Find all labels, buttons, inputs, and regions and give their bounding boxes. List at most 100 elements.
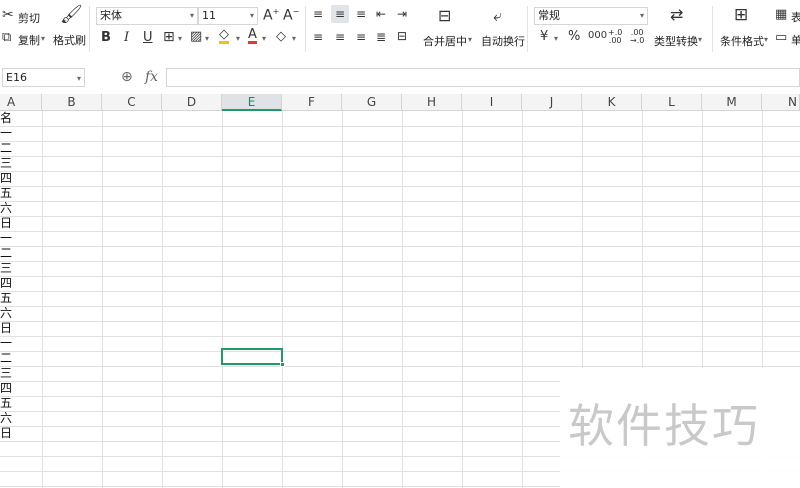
insert-function-button[interactable]: fx (145, 69, 158, 85)
currency-dropdown-icon[interactable]: ▾ (554, 34, 558, 43)
merge-center-dropdown-icon[interactable]: ▾ (468, 35, 472, 44)
eraser-icon[interactable]: ◇ (276, 30, 286, 43)
type-convert-button[interactable]: 类型转换 (654, 33, 698, 49)
increase-indent-icon[interactable]: ⇥ (397, 8, 407, 20)
cell-a[interactable]: 四 (0, 381, 14, 396)
type-convert-dropdown-icon[interactable]: ▾ (698, 35, 702, 44)
wrap-text-button[interactable]: 自动换行 (481, 33, 525, 49)
formula-input[interactable] (166, 68, 800, 87)
scissors-icon[interactable]: ✂ (2, 8, 14, 22)
active-cell-outline[interactable] (221, 348, 283, 365)
increase-decimal-icon[interactable]: +.0.00 (608, 29, 622, 45)
align-bottom-icon[interactable]: ≡ (356, 8, 366, 20)
number-format-select[interactable]: 常规 ▾ (534, 7, 648, 25)
font-color-icon[interactable]: A (248, 28, 257, 44)
align-top-icon[interactable]: ≡ (313, 8, 323, 20)
fill-color-dropdown-icon[interactable]: ▾ (236, 34, 240, 43)
copy-button[interactable]: 复制 (18, 32, 40, 48)
conditional-format-dropdown-icon[interactable]: ▾ (764, 35, 768, 44)
fill-style-icon[interactable]: ▨ (190, 30, 202, 43)
column-header[interactable]: C (102, 94, 162, 111)
bold-icon[interactable]: B (101, 31, 111, 44)
column-header[interactable]: K (582, 94, 642, 111)
cell-a[interactable]: 四 (0, 276, 14, 291)
column-header-active[interactable]: E (222, 94, 282, 111)
copy-dropdown-icon[interactable]: ▾ (41, 34, 45, 43)
cell-style-button[interactable]: 单 (791, 32, 800, 48)
eraser-dropdown-icon[interactable]: ▾ (292, 34, 296, 43)
name-box[interactable]: E16 ▾ (2, 68, 85, 87)
type-convert-icon[interactable]: ⇄ (670, 7, 683, 23)
column-header[interactable]: L (642, 94, 702, 111)
decrease-font-icon[interactable]: A− (283, 8, 299, 23)
cell-a[interactable]: 三 (0, 156, 14, 171)
cut-button[interactable]: 剪切 (18, 10, 40, 26)
format-painter-button[interactable]: 格式刷 (53, 32, 86, 48)
wrap-text-icon[interactable]: ⤶ (493, 8, 502, 24)
cell-a[interactable]: 二 (0, 141, 14, 156)
cell-a[interactable]: 五 (0, 291, 14, 306)
border-dropdown-icon[interactable]: ▾ (178, 34, 182, 43)
cell-style-icon[interactable]: ▭ (775, 31, 787, 44)
copy-icon[interactable]: ⧉ (2, 31, 11, 44)
cell-a[interactable]: 一 (0, 126, 14, 141)
cell-a[interactable]: 名 (0, 111, 14, 126)
italic-icon[interactable]: I (124, 31, 129, 44)
border-icon[interactable]: ⊞ (163, 30, 175, 44)
fill-style-dropdown-icon[interactable]: ▾ (205, 34, 209, 43)
cell-a[interactable]: 四 (0, 171, 14, 186)
cell-a[interactable]: 一 (0, 336, 14, 351)
column-gridline (282, 111, 283, 488)
cell-a[interactable]: 二 (0, 351, 14, 366)
column-header[interactable]: A (0, 94, 42, 111)
cell-a[interactable]: 一 (0, 231, 14, 246)
percent-icon[interactable]: % (568, 30, 580, 43)
justify-icon[interactable]: ≣ (376, 31, 386, 43)
merge-center-icon[interactable]: ⊟ (438, 8, 451, 24)
align-center-icon[interactable]: ≡ (335, 31, 345, 43)
watermark: 软件技巧 (560, 368, 800, 488)
cell-a[interactable]: 日 (0, 426, 14, 441)
fill-color-icon[interactable]: ◇ (219, 28, 229, 44)
cell-a[interactable]: 三 (0, 366, 14, 381)
merge-center-button[interactable]: 合并居中 (423, 33, 467, 49)
cell-a[interactable]: 二 (0, 246, 14, 261)
distributed-align-icon[interactable]: ⊟ (397, 30, 407, 42)
column-header[interactable]: M (702, 94, 762, 111)
column-header[interactable]: D (162, 94, 222, 111)
column-header[interactable]: I (462, 94, 522, 111)
thousands-separator-icon[interactable]: 000 (588, 31, 607, 41)
cell-a[interactable]: 六 (0, 201, 14, 216)
column-header[interactable]: G (342, 94, 402, 111)
table-style-button[interactable]: 表 (791, 9, 800, 25)
decrease-indent-icon[interactable]: ⇤ (376, 8, 386, 20)
conditional-format-button[interactable]: 条件格式 (720, 33, 764, 49)
conditional-format-icon[interactable]: ⊞ (734, 7, 748, 24)
decrease-decimal-icon[interactable]: .00 →.0 (630, 29, 644, 45)
increase-font-icon[interactable]: A+ (263, 8, 279, 23)
currency-icon[interactable]: ¥ (540, 30, 548, 43)
column-header[interactable]: B (42, 94, 102, 111)
font-name-select[interactable]: 宋体 ▾ (96, 7, 198, 25)
cell-a[interactable]: 日 (0, 216, 14, 231)
font-color-dropdown-icon[interactable]: ▾ (262, 34, 266, 43)
fill-handle[interactable] (280, 362, 285, 367)
format-painter-icon[interactable]: 🖌 (60, 6, 83, 24)
align-left-icon[interactable]: ≡ (313, 31, 323, 43)
cell-a[interactable]: 日 (0, 321, 14, 336)
underline-icon[interactable]: U (143, 31, 153, 44)
align-right-icon[interactable]: ≡ (356, 31, 366, 43)
column-header[interactable]: J (522, 94, 582, 111)
align-middle-icon[interactable]: ≡ (331, 5, 349, 23)
font-size-select[interactable]: 11 ▾ (198, 7, 258, 25)
cell-a[interactable]: 五 (0, 396, 14, 411)
cell-a[interactable]: 六 (0, 306, 14, 321)
cell-a[interactable]: 六 (0, 411, 14, 426)
column-header[interactable]: N (762, 94, 800, 111)
column-header[interactable]: H (402, 94, 462, 111)
column-header[interactable]: F (282, 94, 342, 111)
zoom-icon[interactable]: ⊕ (121, 70, 133, 84)
cell-a[interactable]: 五 (0, 186, 14, 201)
cell-a[interactable]: 三 (0, 261, 14, 276)
table-style-icon[interactable]: ▦ (775, 8, 787, 21)
